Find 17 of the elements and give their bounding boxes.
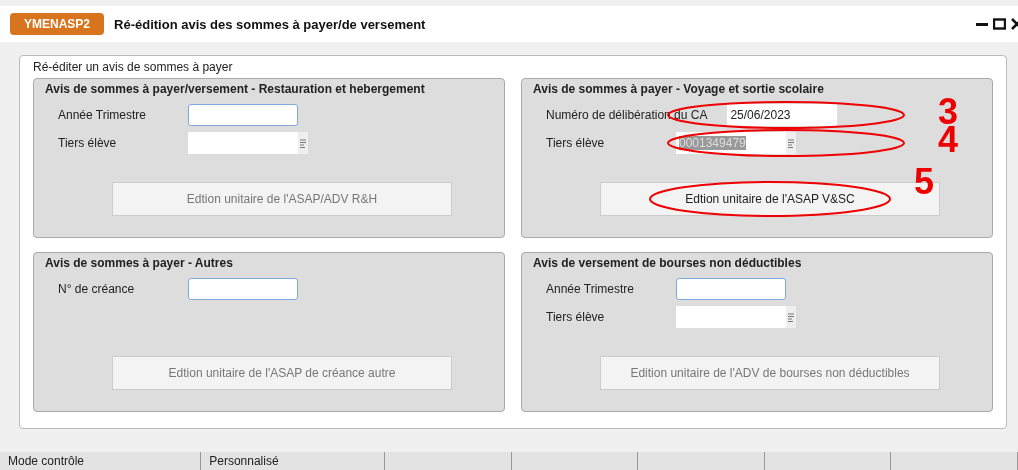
group-title: Ré-éditer un avis de sommes à payer — [33, 59, 234, 76]
field-label: Numéro de délibération du CA — [546, 108, 708, 122]
field-label: Année Trimestre — [58, 108, 148, 122]
field-label: Année Trimestre — [546, 282, 636, 296]
module-code-badge: YMENASP2 — [10, 13, 105, 35]
status-bar-cell: Personnalisé — [201, 452, 386, 470]
panel-title: Avis de sommes à payer - Autres — [44, 256, 234, 272]
panel-title: Avis de versement de bourses non déductibles — [532, 256, 803, 272]
status-bar-cell: Mode contrôle — [0, 452, 202, 470]
panel-title: Avis de sommes à payer/versement - Restauration et hebergement — [44, 82, 426, 98]
field-label: N° de créance — [58, 282, 136, 296]
input-field[interactable]: 25/06/2023 — [727, 104, 838, 126]
field-label: Tiers élève — [546, 136, 606, 150]
field-label: Tiers élève — [58, 136, 118, 150]
field-label: Tiers élève — [546, 310, 606, 324]
panel-title: Avis de sommes à payer - Voyage et sortie scolaire — [532, 82, 825, 98]
window-title: Ré-édition avis des sommes à payer/de versement — [114, 16, 426, 32]
